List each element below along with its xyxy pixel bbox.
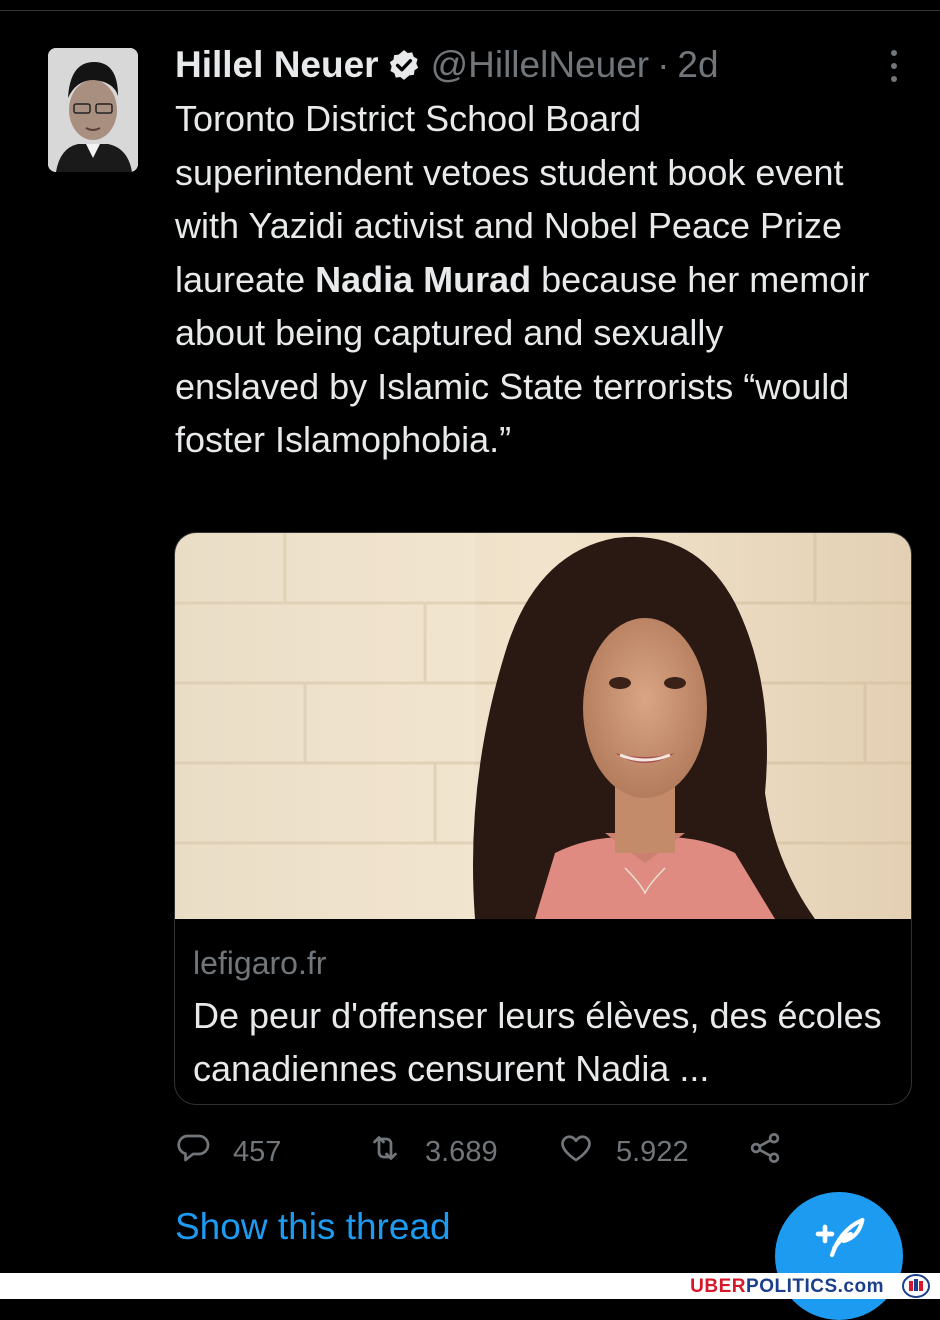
more-dot [891,50,897,56]
watermark-bar: UBERPOLITICS.com [0,1273,940,1299]
tweet-timestamp[interactable]: 2d [677,44,718,86]
reply-count: 457 [233,1135,282,1168]
like-count: 5.922 [616,1135,689,1168]
watermark-part2: POLITICS [746,1276,838,1297]
share-button[interactable] [747,1128,783,1176]
share-icon [747,1130,783,1174]
more-dot [891,76,897,82]
retweet-icon [367,1130,403,1174]
author-name[interactable]: Hillel Neuer [175,44,379,86]
watermark-part3: .com [837,1276,884,1297]
verified-badge-icon [387,48,421,82]
tweet-text-bold: Nadia Murad [315,258,532,300]
card-meta: lefigaro.fr De peur d'offenser leurs élè… [193,943,893,1095]
retweet-count: 3.689 [425,1135,498,1168]
like-button[interactable]: 5.922 [558,1128,689,1176]
more-options-icon[interactable] [880,46,908,86]
watermark-part1: UBER [690,1276,747,1297]
tweet-header: Hillel Neuer @HillelNeuer · 2d [175,40,875,90]
reply-icon [175,1130,211,1174]
link-preview-card[interactable]: lefigaro.fr De peur d'offenser leurs élè… [174,532,912,1105]
author-handle[interactable]: @HillelNeuer [431,44,650,86]
more-dot [891,63,897,69]
watermark-text: UBERPOLITICS.com [690,1276,884,1298]
top-divider [0,10,940,11]
card-title: De peur d'offenser leurs élèves, des éco… [193,995,882,1089]
watermark-logo-icon [902,1274,930,1298]
card-domain: lefigaro.fr [193,945,327,981]
show-thread-link[interactable]: Show this thread [175,1206,451,1248]
reply-button[interactable]: 457 [175,1128,281,1176]
retweet-button[interactable]: 3.689 [367,1128,498,1176]
compose-tweet-button[interactable] [775,1192,903,1320]
card-image [175,533,911,919]
tweet-text: Toronto District School Board superinten… [175,92,875,467]
author-avatar[interactable] [48,48,138,172]
header-separator: · [657,44,670,85]
heart-icon [558,1130,594,1174]
tweet-actions: 457 3.689 5.922 [175,1128,895,1176]
